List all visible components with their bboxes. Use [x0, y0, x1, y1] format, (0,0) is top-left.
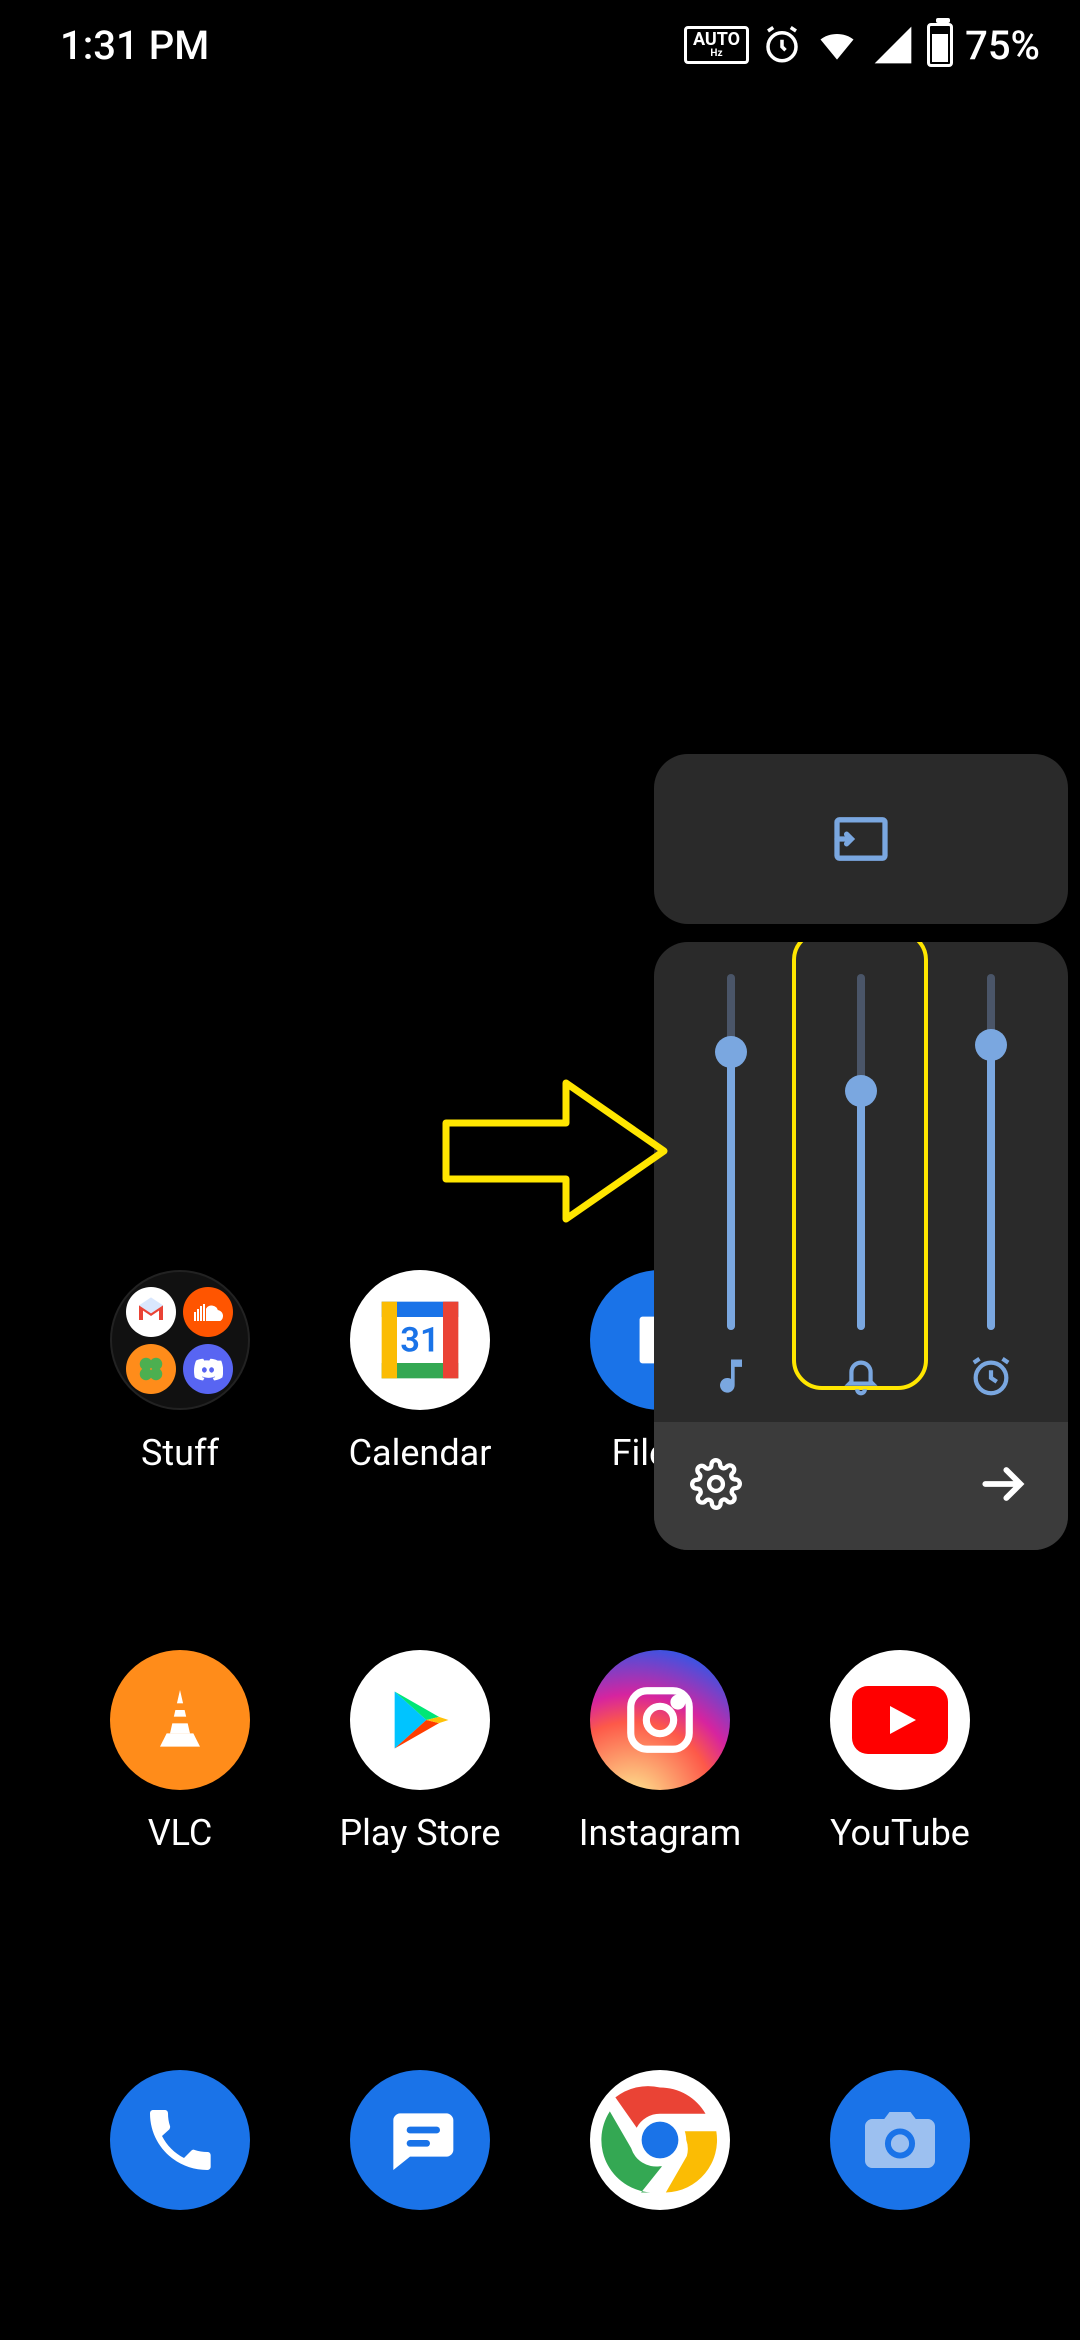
battery-percent: 75% [965, 22, 1040, 69]
alarm-icon [761, 24, 803, 66]
folder-stuff-icon [110, 1270, 250, 1410]
app-youtube-label: YouTube [830, 1812, 970, 1854]
auto-hz-icon: AUTO Hz [684, 26, 749, 64]
app-vlc-label: VLC [148, 1812, 213, 1854]
instagram-icon [590, 1650, 730, 1790]
arrow-right-icon [976, 1456, 1032, 1512]
cellular-icon [871, 23, 915, 67]
battery-icon [927, 23, 953, 67]
app-playstore-label: Play Store [339, 1812, 500, 1854]
app-instagram-label: Instagram [579, 1812, 741, 1854]
cast-icon [831, 815, 891, 863]
dock [0, 2070, 1080, 2210]
chrome-icon [590, 2070, 730, 2210]
app-phone[interactable] [80, 2070, 280, 2210]
gear-icon [690, 1458, 742, 1510]
vlc-icon [110, 1650, 250, 1790]
app-camera[interactable] [800, 2070, 1000, 2210]
app-playstore[interactable]: Play Store [320, 1650, 520, 1854]
alarm-clock-icon [968, 1348, 1014, 1404]
youtube-icon [830, 1650, 970, 1790]
volume-panel [654, 754, 1068, 1550]
media-slider[interactable] [671, 974, 791, 1404]
app-instagram[interactable]: Instagram [560, 1650, 760, 1854]
messages-icon [350, 2070, 490, 2210]
app-messages[interactable] [320, 2070, 520, 2210]
bell-icon [838, 1348, 884, 1404]
phone-icon [110, 2070, 250, 2210]
app-youtube[interactable]: YouTube [800, 1650, 1000, 1854]
music-note-icon [709, 1348, 753, 1404]
calendar-icon: 31 [350, 1270, 490, 1410]
ring-slider[interactable] [801, 974, 921, 1404]
app-vlc[interactable]: VLC [80, 1650, 280, 1854]
playstore-icon [350, 1650, 490, 1790]
wifi-icon [815, 23, 859, 67]
alarm-slider[interactable] [931, 974, 1051, 1404]
home-row-2: VLC Play Store Instagram YouTube [0, 1650, 1080, 1854]
camera-icon [830, 2070, 970, 2210]
status-bar: 1:31 PM AUTO Hz 75% [0, 0, 1080, 90]
folder-stuff-label: Stuff [141, 1432, 219, 1474]
app-calendar-label: Calendar [349, 1432, 492, 1474]
app-calendar[interactable]: 31 Calendar [320, 1270, 520, 1474]
mini-soundcloud-icon [183, 1287, 233, 1337]
mini-discord-icon [183, 1344, 233, 1394]
settings-button[interactable] [690, 1458, 742, 1514]
app-chrome[interactable] [560, 2070, 760, 2210]
clock: 1:31 PM [60, 22, 209, 69]
mini-clover-icon [126, 1344, 176, 1394]
folder-stuff[interactable]: Stuff [80, 1270, 280, 1474]
expand-button[interactable] [976, 1456, 1032, 1516]
cast-output-button[interactable] [654, 754, 1068, 924]
volume-footer [654, 1422, 1068, 1550]
annotation-arrow-icon [436, 1068, 676, 1234]
svg-text:31: 31 [400, 1321, 439, 1361]
mini-gmail-icon [126, 1287, 176, 1337]
volume-body [654, 942, 1068, 1550]
